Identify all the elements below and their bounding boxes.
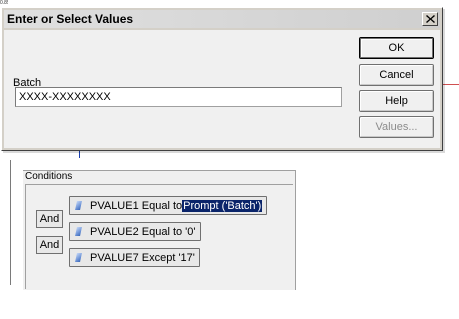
background-corner-text: 0.85 <box>0 0 8 6</box>
enter-values-dialog: Enter or Select Values Batch OK Cancel H… <box>1 7 443 151</box>
close-button[interactable] <box>422 12 438 26</box>
condition-icon <box>75 253 82 262</box>
dialog-content: Batch OK Cancel Help Values... <box>4 30 440 148</box>
background-divider <box>10 160 11 285</box>
help-button[interactable]: Help <box>359 90 434 112</box>
dialog-title: Enter or Select Values <box>7 12 134 26</box>
dialog-titlebar[interactable]: Enter or Select Values <box>4 10 440 28</box>
batch-input[interactable] <box>15 87 342 107</box>
cancel-button[interactable]: Cancel <box>359 64 434 86</box>
conditions-title: Conditions <box>25 171 73 182</box>
background-blue-mark <box>79 150 80 158</box>
condition-icon <box>75 201 82 210</box>
condition-text: PVALUE7 Except '17' <box>90 251 195 264</box>
condition-text: PVALUE1 Equal to <box>90 199 183 212</box>
and-connector-button[interactable]: And <box>36 236 63 254</box>
condition-item-pvalue1[interactable]: PVALUE1 Equal to Prompt ('Batch') <box>69 196 268 215</box>
conditions-panel: Conditions PVALUE1 Equal to Prompt ('Bat… <box>23 170 296 290</box>
condition-item-pvalue7[interactable]: PVALUE7 Except '17' <box>69 248 200 267</box>
conditions-list: PVALUE1 Equal to Prompt ('Batch') And PV… <box>25 184 293 289</box>
condition-icon <box>75 227 82 236</box>
condition-item-pvalue2[interactable]: PVALUE2 Equal to '0' <box>69 222 201 241</box>
background-red-line <box>443 84 459 85</box>
ok-button[interactable]: OK <box>359 37 434 59</box>
close-icon <box>425 15 435 23</box>
condition-text: PVALUE2 Equal to '0' <box>90 225 196 238</box>
condition-selected-text: Prompt ('Batch') <box>182 199 263 212</box>
values-button[interactable]: Values... <box>359 116 434 138</box>
and-connector-button[interactable]: And <box>36 210 63 228</box>
